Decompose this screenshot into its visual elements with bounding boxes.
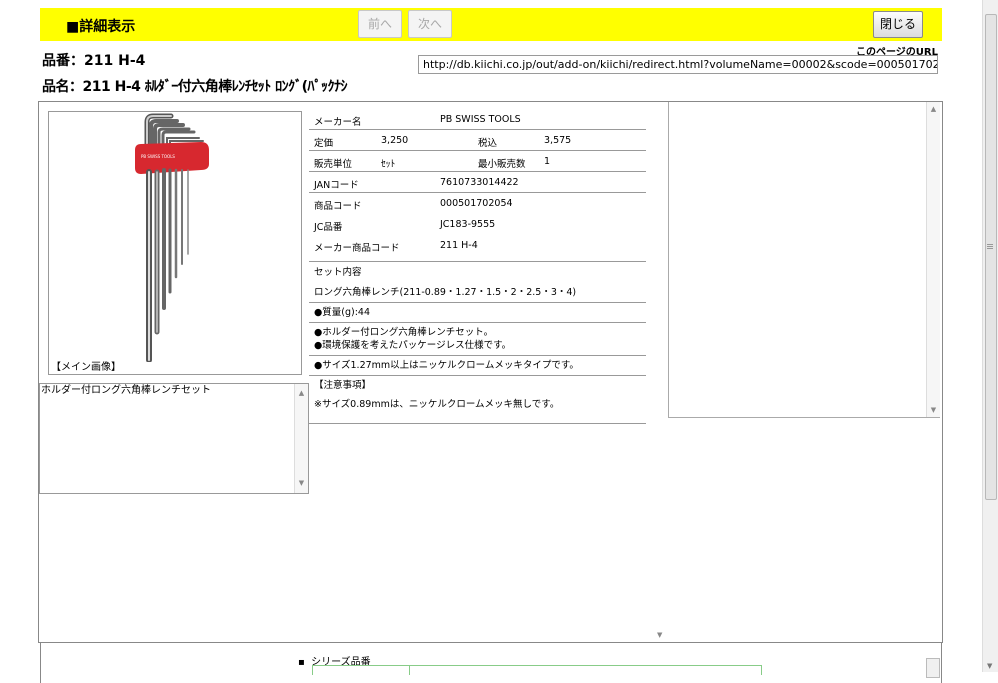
right-panel-scrollbar[interactable]: ▲ ▼ <box>926 102 940 417</box>
series-table <box>312 665 762 675</box>
note-value: ※サイズ0.89mmは、ニッケルクロームメッキ無しです。 <box>314 399 560 410</box>
feature-3: ●サイズ1.27mm以上はニッケルクロームメッキタイプです。 <box>309 356 646 376</box>
scroll-up-icon[interactable]: ▲ <box>295 387 308 400</box>
jan-label: JANコード <box>314 180 359 191</box>
spec-table: メーカー名 PB SWISS TOOLS 定価 3,250 税込 3,575 販… <box>309 109 646 424</box>
feature-1: ●ホルダー付ロング六角棒レンチセット。 <box>314 327 494 338</box>
spec-row-unit: 販売単位 ｾｯﾄ 最小販売数 1 <box>309 151 646 172</box>
unit-value: ｾｯﾄ <box>381 159 396 170</box>
product-name: 品名：211 H-4 ﾎﾙﾀﾞｰ付六角棒ﾚﾝﾁｾｯﾄ ﾛﾝｸﾞ(ﾊﾟｯｸﾅｼ <box>42 79 348 95</box>
header-bar: ■詳細表示 前へ 次へ 閉じる <box>40 8 942 41</box>
jc-label: JC品番 <box>314 222 343 233</box>
spec-row-jc: JC品番 JC183-9555 <box>309 214 646 235</box>
tax-label: 税込 <box>478 138 498 149</box>
spec-row-jan: JANコード 7610733014422 <box>309 172 646 193</box>
next-button[interactable]: 次へ <box>408 10 452 38</box>
svg-text:PB SWISS TOOLS: PB SWISS TOOLS <box>141 154 175 159</box>
maker-label: メーカー名 <box>314 117 362 128</box>
grip-icon <box>987 244 993 245</box>
image-caption: 【メイン画像】 <box>51 362 121 373</box>
product-number: 品番：211 H-4 <box>42 53 146 69</box>
makercode-value: 211 H-4 <box>440 240 478 251</box>
note-label: 【注意事項】 <box>314 380 372 391</box>
minqty-value: 1 <box>544 156 551 167</box>
maker-value: PB SWISS TOOLS <box>440 114 521 125</box>
notes-row: 【注意事項】 ※サイズ0.89mmは、ニッケルクロームメッキ無しです。 <box>309 376 646 424</box>
right-panel: ▲ ▼ <box>668 102 940 418</box>
hex-wrench-set-image: PB SWISS TOOLS <box>135 113 209 363</box>
url-field[interactable]: http://db.kiichi.co.jp/out/add-on/kiichi… <box>418 55 938 74</box>
scrollbar-thumb[interactable] <box>985 14 997 500</box>
description-box[interactable]: ホルダー付ロング六角棒レンチセット ▲ ▼ <box>39 383 309 494</box>
spec-row-maker: メーカー名 PB SWISS TOOLS <box>309 109 646 130</box>
code-label: 商品コード <box>314 201 362 212</box>
tax-value: 3,575 <box>544 135 572 146</box>
page-scrollbar[interactable]: ▼ <box>982 0 998 672</box>
scroll-down-icon[interactable]: ▼ <box>295 477 308 490</box>
price-label: 定価 <box>314 138 334 149</box>
spec-row-price: 定価 3,250 税込 3,575 <box>309 130 646 151</box>
weight-row: ●質量(g):44 <box>309 303 646 323</box>
jc-value: JC183-9555 <box>440 219 496 230</box>
page-title: ■詳細表示 <box>66 19 136 35</box>
main-image: PB SWISS TOOLS 【メイン画像】 <box>48 111 302 375</box>
feature-2: ●環境保護を考えたパッケージレス仕様です。 <box>314 340 512 351</box>
prev-button[interactable]: 前へ <box>358 10 402 38</box>
spec-row-makercode: メーカー商品コード 211 H-4 <box>309 235 646 262</box>
description-scrollbar[interactable]: ▲ ▼ <box>294 384 308 493</box>
jan-value: 7610733014422 <box>440 177 519 188</box>
minqty-label: 最小販売数 <box>478 159 526 170</box>
close-button[interactable]: 閉じる <box>873 11 923 38</box>
features-row: ●ホルダー付ロング六角棒レンチセット。 ●環境保護を考えたパッケージレス仕様です… <box>309 323 646 356</box>
price-value: 3,250 <box>381 135 409 146</box>
scroll-up-icon[interactable]: ▲ <box>927 105 940 113</box>
spec-row-code: 商品コード 000501702054 <box>309 193 646 214</box>
unit-label: 販売単位 <box>314 159 353 170</box>
center-scrollbar[interactable]: ▼ <box>655 418 669 642</box>
scroll-down-icon[interactable]: ▼ <box>987 662 992 670</box>
series-scrollbar[interactable] <box>926 658 940 678</box>
set-label: セット内容 <box>314 267 362 278</box>
scroll-down-icon[interactable]: ▼ <box>927 406 940 414</box>
scroll-down-icon[interactable]: ▼ <box>657 631 662 639</box>
description-text: ホルダー付ロング六角棒レンチセット <box>41 385 211 396</box>
makercode-label: メーカー商品コード <box>314 243 400 254</box>
set-value: ロング六角棒レンチ(211-0.89・1.27・1.5・2・2.5・3・4) <box>314 287 577 298</box>
set-contents: セット内容 ロング六角棒レンチ(211-0.89・1.27・1.5・2・2.5・… <box>309 262 646 303</box>
series-panel <box>40 643 942 683</box>
code-value: 000501702054 <box>440 198 513 209</box>
